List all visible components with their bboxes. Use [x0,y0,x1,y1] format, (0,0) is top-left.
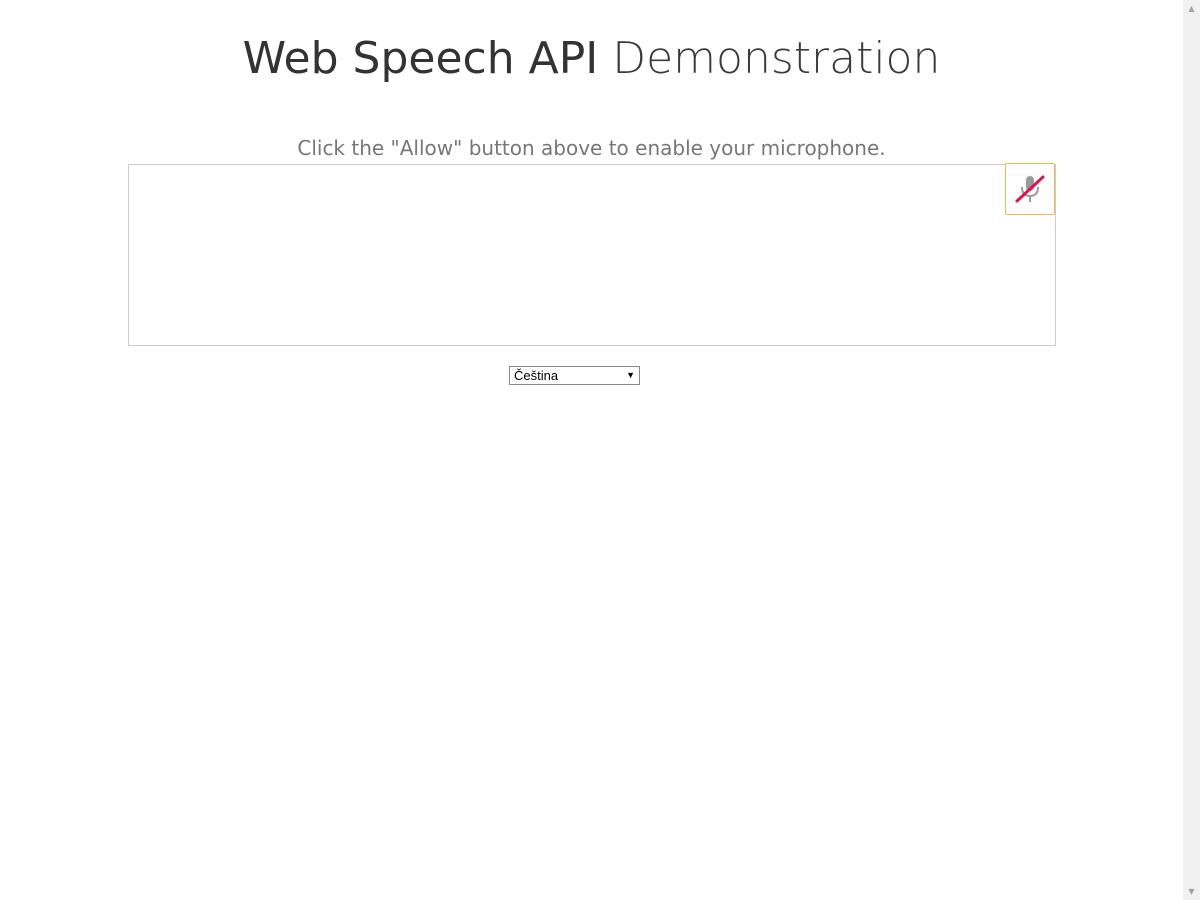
page-title-sub: Demonstration [612,33,941,84]
page-title-main: Web Speech API [242,33,599,84]
results-box[interactable] [128,164,1056,346]
info-message: Click the "Allow" button above to enable… [297,136,886,160]
start-button[interactable] [1005,163,1055,215]
page: Web Speech API Demonstration Click the "… [0,0,1183,900]
dropdown-arrow-icon: ▼ [626,370,635,380]
language-select-value: Čeština [514,368,559,383]
scroll-down-arrow-icon[interactable]: ▼ [1183,883,1200,900]
page-title: Web Speech API Demonstration [0,30,1183,88]
language-select[interactable]: Čeština ▼ [509,366,640,385]
vertical-scrollbar[interactable]: ▲ ▼ [1183,0,1200,900]
scroll-up-arrow-icon[interactable]: ▲ [1183,0,1200,17]
mic-slash-icon [1013,172,1047,206]
